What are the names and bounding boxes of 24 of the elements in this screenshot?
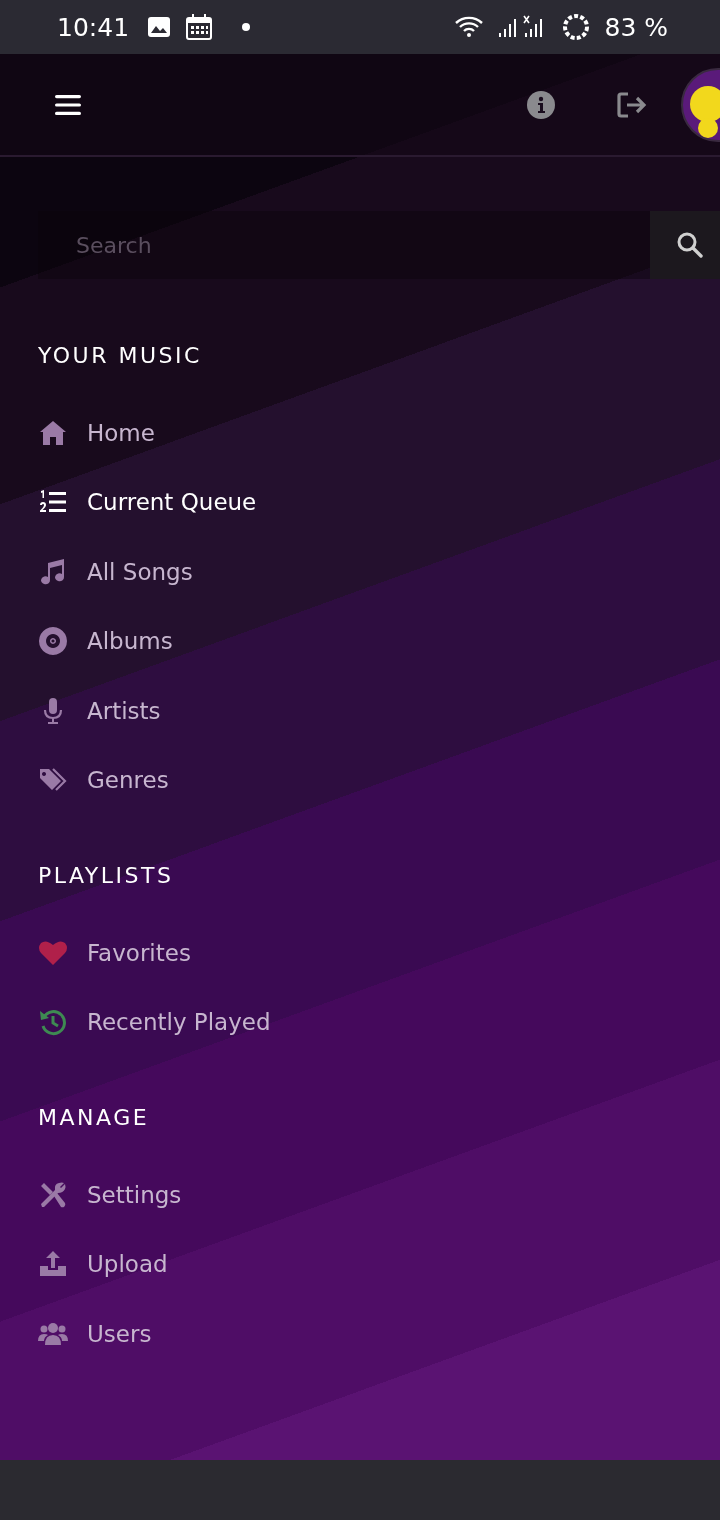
nav-item[interactable]: Users (38, 1299, 152, 1369)
status-time: 10:41 (57, 12, 130, 42)
nav-item[interactable]: Artists (38, 676, 161, 746)
nav-item[interactable]: Settings (38, 1160, 182, 1230)
nav-item[interactable]: Upload (38, 1229, 168, 1299)
wifi-icon (454, 14, 485, 40)
calendar-icon (185, 13, 214, 41)
nav-item[interactable]: Home (38, 398, 155, 468)
search-button[interactable] (650, 211, 720, 279)
nav-item[interactable]: Albums (38, 606, 173, 676)
nav-item[interactable]: Current Queue (38, 467, 257, 537)
nav-item[interactable]: Genres (38, 745, 169, 815)
nav-item[interactable]: All Songs (38, 537, 193, 607)
image-icon (147, 16, 172, 38)
nav-item[interactable]: Favorites (38, 918, 191, 988)
section-heading: PLAYLISTS (38, 862, 175, 890)
notification-dot-icon (241, 22, 252, 32)
battery-ring-icon (562, 13, 591, 41)
history-icon (38, 1007, 68, 1038)
nav-item[interactable]: Recently Played (38, 987, 271, 1057)
section-heading: YOUR MUSIC (38, 342, 203, 370)
battery-percent: 83 % (604, 12, 668, 42)
section-heading: MANAGE (38, 1104, 151, 1132)
search-icon (676, 231, 704, 259)
